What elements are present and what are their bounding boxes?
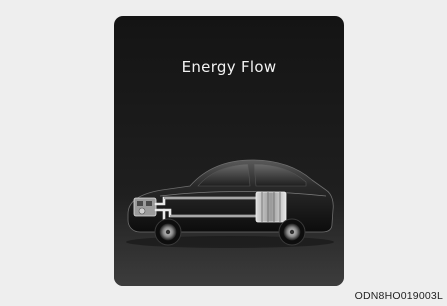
figure-code: ODN8HO019003L xyxy=(354,290,443,302)
energy-flow-screen: Energy Flow xyxy=(114,16,344,286)
front-wheel-icon xyxy=(154,218,182,246)
engine-icon xyxy=(133,197,157,217)
hybrid-car-energy-flow-icon xyxy=(126,159,334,248)
screen-title: Energy Flow xyxy=(181,58,277,76)
battery-icon xyxy=(255,191,287,223)
rear-wheel-icon xyxy=(278,218,306,246)
